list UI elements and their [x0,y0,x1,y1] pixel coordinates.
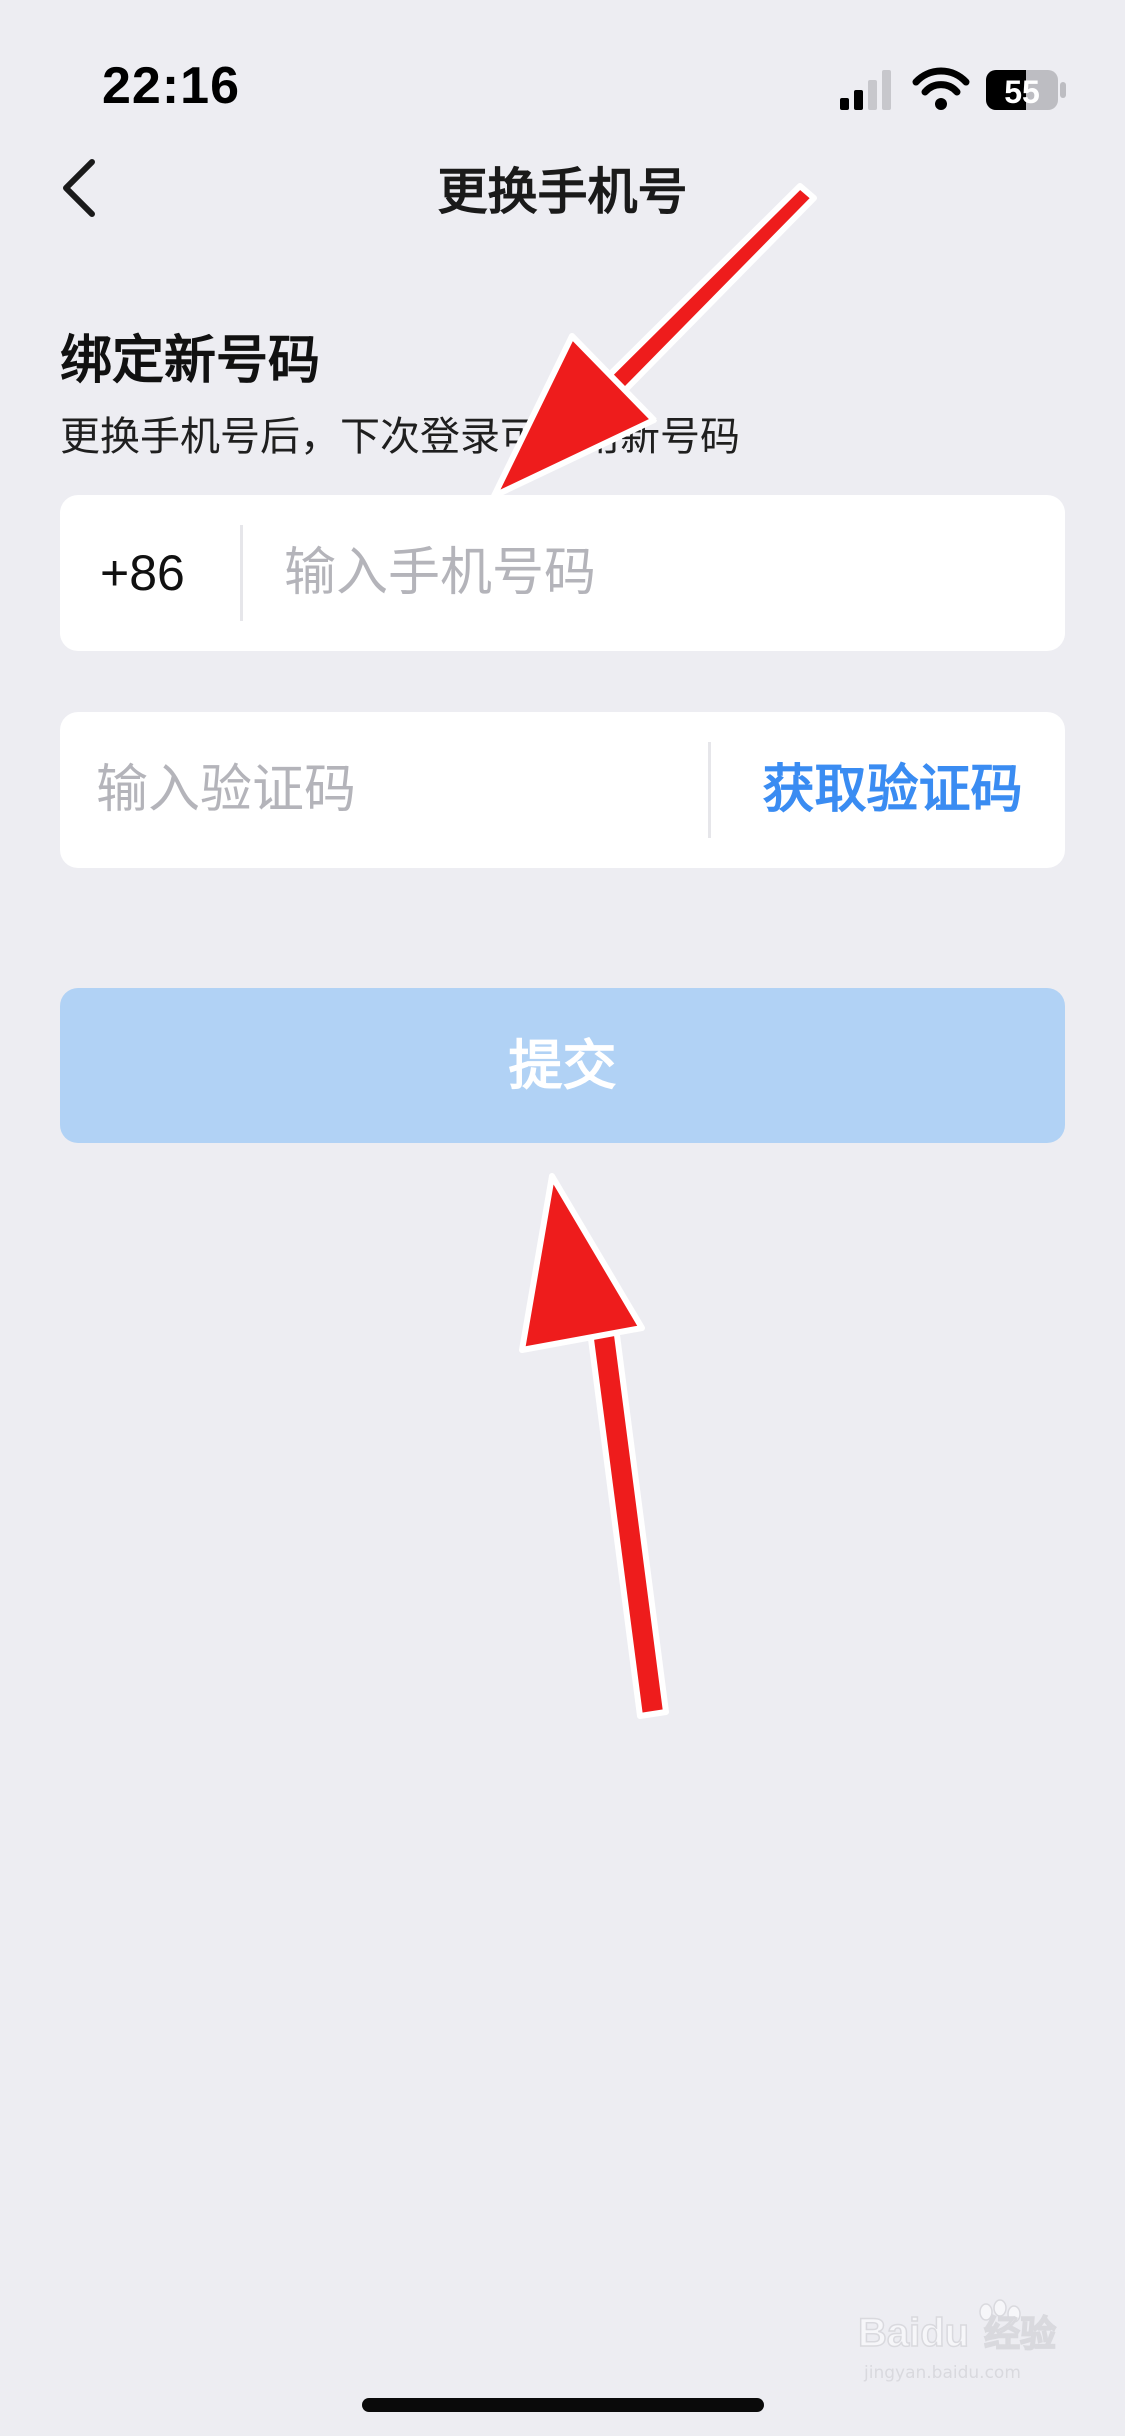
get-code-button[interactable]: 获取验证码 [720,712,1065,868]
battery-level: 55 [1004,74,1040,110]
phone-number-input[interactable] [284,495,1044,651]
watermark-brand: Baidu [858,2311,969,2355]
page-title: 更换手机号 [437,163,688,221]
verification-code-card: 获取验证码 [60,712,1065,868]
battery-icon: 55 [986,70,1066,110]
section-subtitle: 更换手机号后，下次登录可使用新号码 [60,414,740,460]
field-divider [708,742,711,838]
phone-number-card: +86 [60,495,1065,651]
wifi-icon [912,67,970,110]
status-time: 22:16 [102,57,240,115]
home-indicator [362,2398,764,2412]
field-divider [240,525,243,621]
country-code-selector[interactable]: +86 [100,495,185,651]
section-title: 绑定新号码 [60,331,321,391]
status-bar: 22:16 55 [0,0,1125,140]
status-icons: 55 [840,67,1066,110]
signal-icon [840,70,891,110]
arrow-to-submit-button [519,1173,669,1719]
verification-code-input[interactable] [96,712,716,868]
submit-button[interactable]: 提交 [60,988,1065,1143]
baidu-jingyan-watermark: Baidu 经验 jingyan.baidu.com [858,2299,1057,2383]
watermark-cn: 经验 [984,2314,1056,2355]
watermark-url: jingyan.baidu.com [863,2363,1021,2383]
